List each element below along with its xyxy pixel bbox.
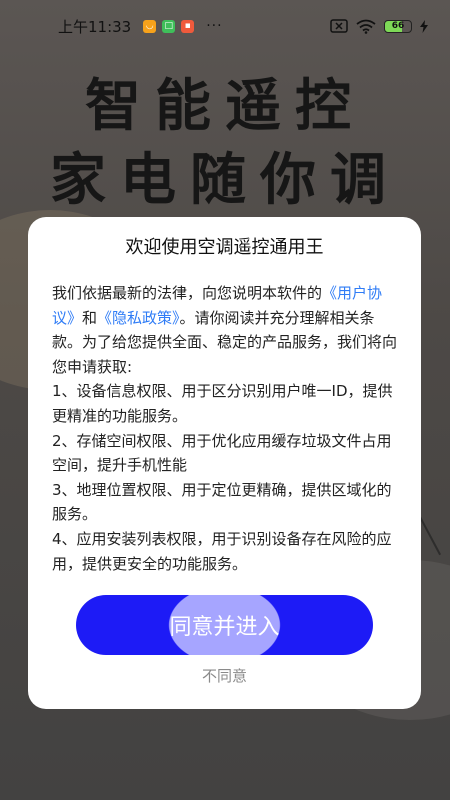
hero-line: 智能遥控 <box>85 74 365 139</box>
and-text: 和 <box>82 308 98 327</box>
hero-line: 家电随你调 <box>50 148 400 213</box>
intro-text: 我们依据最新的法律，向您说明本软件的 <box>52 284 323 302</box>
dialog-intro: 我们依据最新的法律，向您说明本软件的《用户协议》和《隐私政策》。请你阅读并充分理… <box>52 281 397 379</box>
wifi-icon <box>356 19 376 34</box>
battery-icon: 66 <box>384 19 412 33</box>
permission-item: 1、设备信息权限、用于区分识别用户唯一ID，提供更精准的功能服务。 <box>52 382 393 425</box>
status-bar: 上午11:33 ◡ □ ▪ ··· 66 <box>0 0 450 52</box>
permission-item: 2、存储空间权限、用于优化应用缓存垃圾文件占用空间，提升手机性能 <box>52 431 392 475</box>
permission-item: 3、地理位置权限、用于定位更精确，提供区域化的服务。 <box>52 480 392 524</box>
dialog-title: 欢迎使用空调遥控通用王 <box>125 237 324 258</box>
app-notification-icon: □ <box>162 19 176 33</box>
permission-item: 4、应用安装列表权限，用于识别设备存在风险的应用，提供更安全的功能服务。 <box>52 529 392 573</box>
hero-slogan: 智能遥控 家电随你调 <box>0 70 450 218</box>
battery-level: 66 <box>391 21 405 31</box>
app-notification-icon: ◡ <box>143 19 157 33</box>
charging-icon <box>420 19 428 33</box>
app-notification-icon: ▪ <box>181 19 195 33</box>
screen: 上午11:33 ◡ □ ▪ ··· 66 智能遥控 家电随你调 欢迎使用空调遥控… <box>0 0 450 800</box>
privacy-dialog: 欢迎使用空调遥控通用王 我们依据最新的法律，向您说明本软件的《用户协议》和《隐私… <box>28 217 421 709</box>
dialog-body: 我们依据最新的法律，向您说明本软件的《用户协议》和《隐私政策》。请你阅读并充分理… <box>52 281 397 576</box>
more-notifications-icon: ··· <box>206 18 223 34</box>
agree-button[interactable]: 同意并进入 <box>76 595 373 655</box>
no-sim-icon <box>330 19 348 33</box>
status-icons: 66 <box>330 19 428 34</box>
status-time: 上午11:33 <box>58 17 132 36</box>
disagree-button[interactable]: 不同意 <box>28 665 421 686</box>
privacy-policy-link[interactable]: 《隐私政策》 <box>97 309 180 327</box>
